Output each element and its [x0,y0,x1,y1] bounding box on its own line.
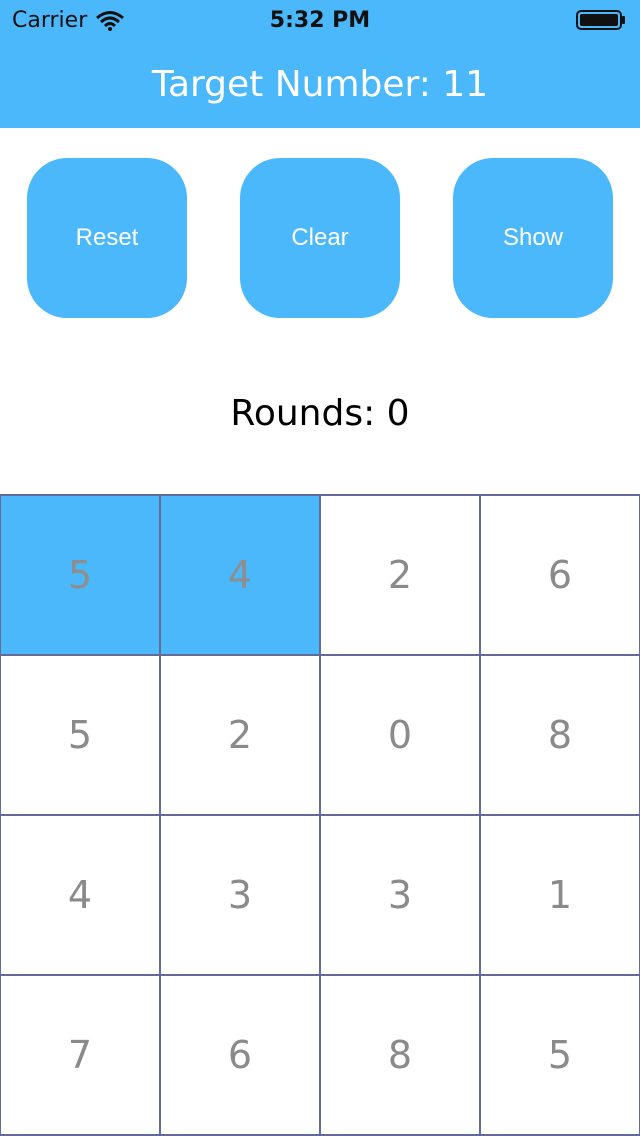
status-time: 5:32 PM [269,8,371,33]
grid-cell[interactable]: 3 [159,814,321,976]
grid-cell[interactable]: 1 [479,814,640,976]
grid-cell[interactable]: 2 [319,494,481,656]
show-button[interactable]: Show [453,158,613,318]
grid-cell[interactable]: 0 [319,654,481,816]
grid-cell[interactable]: 5 [0,654,161,816]
grid-cell[interactable]: 8 [479,654,640,816]
grid-cell[interactable]: 5 [479,974,640,1136]
battery-icon [576,10,625,30]
status-bar: Carrier 5:32 PM [0,0,640,40]
grid-cell[interactable]: 6 [159,974,321,1136]
grid-cell[interactable]: 6 [479,494,640,656]
grid-cell[interactable]: 7 [0,974,161,1136]
controls-row: Reset Clear Show [0,158,640,318]
grid-cell[interactable]: 3 [319,814,481,976]
grid-cell[interactable]: 4 [159,494,321,656]
number-grid: 5426520843317685 [0,494,640,1136]
header-bar: Carrier 5:32 PM Target Number: 11 [0,0,640,128]
reset-button[interactable]: Reset [27,158,187,318]
grid-cell[interactable]: 2 [159,654,321,816]
clear-button[interactable]: Clear [240,158,400,318]
grid-cell[interactable]: 4 [0,814,161,976]
grid-cell[interactable]: 8 [319,974,481,1136]
grid-cell[interactable]: 5 [0,494,161,656]
rounds-counter: Rounds: 0 [230,393,410,434]
target-number-title: Target Number: 11 [151,64,489,105]
